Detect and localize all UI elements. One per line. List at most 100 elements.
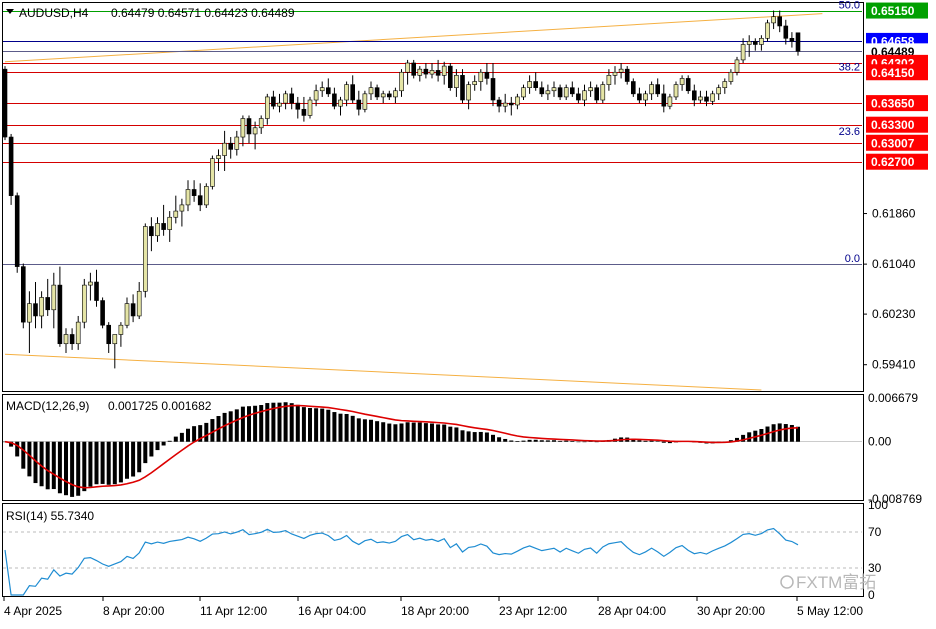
candle [118,322,124,347]
candle-body [88,281,93,286]
candle [783,19,789,45]
macd-bar [771,424,776,442]
chart-canvas[interactable]: 50.0 38.2 23.6 0.0 0.61860 0.61040 0.60230 0.5… [0,0,936,624]
candle [533,72,539,91]
macd-bar [527,439,532,442]
rsi-tick-label: 70 [868,525,882,539]
candle-body [447,65,453,88]
svg-text:0.64150: 0.64150 [871,66,915,80]
svg-text:0.65150: 0.65150 [871,4,915,18]
candle-body [380,93,386,98]
macd-bar [777,423,782,442]
candle [472,75,478,91]
trendline-1[interactable] [4,353,762,391]
macd-bar [423,423,428,442]
price-tick-label: 0.60230 [872,307,916,321]
candle-body [393,90,398,98]
candle-body [234,136,240,150]
candle [289,87,295,110]
candle [350,75,356,104]
candle [57,266,63,347]
macd-bar [283,402,288,442]
price-label-0.64150: 0.64150 [866,64,928,81]
macd-bar [112,441,117,485]
macd-bar [552,440,556,442]
candle-body [204,186,209,206]
fib-label-23.6: 23.6 [839,126,860,138]
candle-body [130,303,136,317]
candle [582,84,587,107]
macd-bar [491,434,495,442]
macd-bar [533,439,538,442]
candle-body [386,93,392,98]
candle-body [210,158,215,187]
candle [637,87,642,104]
macd-bar [643,440,648,442]
macd-bar [503,438,508,442]
macd-bar [57,441,62,494]
candle [295,96,301,119]
macd-bar [234,409,239,442]
macd-bar [64,441,68,496]
candle [539,81,545,97]
candle [502,93,508,113]
candle-body [722,81,728,88]
candle [588,81,593,97]
candle [649,81,654,101]
candle-body [405,62,410,73]
candle [728,69,734,85]
candle-body [740,44,746,61]
price-label-0.63650: 0.63650 [866,95,928,112]
candle [112,334,118,369]
price-label-0.63007: 0.63007 [866,134,928,151]
candle-body [94,281,99,301]
chart-window[interactable]: 50.0 38.2 23.6 0.0 0.61860 0.61040 0.60230 0.5… [0,0,936,624]
candle [173,195,179,224]
macd-bar [100,441,105,484]
macd-values: 0.001725 0.001682 [108,399,212,413]
candle-body [752,41,758,45]
price-levels[interactable] [3,11,862,265]
price-label-0.63300: 0.63300 [866,116,928,133]
candle-body [149,226,154,237]
candle-body [441,65,447,76]
candle [155,217,160,242]
candle-body [325,87,331,95]
macd-bar [539,440,544,442]
candle [88,272,93,301]
candle-body [167,216,172,230]
macd-bar [448,426,453,442]
macd-bar [442,424,447,442]
candle-body [277,102,282,107]
candle-body [161,223,166,230]
macd-bar [125,441,129,479]
candle-body [545,90,551,95]
candle [143,223,148,298]
price-axis: 0.61860 0.61040 0.60230 0.59410 [863,207,916,372]
macd-bar [564,440,569,442]
macd-bar [277,402,282,442]
macd-bar [21,441,26,469]
candle [325,78,331,97]
rsi-title: RSI(14) 55.7340 [6,509,94,523]
candle-body [252,127,258,135]
rsi-pane-frame [2,503,864,597]
candle-body [319,87,325,92]
macd-bar [558,440,563,442]
candle-body [691,90,697,101]
candle [655,78,661,97]
candle [722,78,728,94]
candle-body [777,16,783,27]
macd-bar [210,419,215,442]
macd-bar [545,440,550,442]
candle [685,75,691,94]
macd-bar [399,423,404,442]
trendline-0[interactable] [4,13,823,63]
macd-bar [338,413,343,442]
candle [167,211,172,242]
candle-body [344,84,349,101]
candle [179,198,185,227]
candle [20,263,26,329]
candle [149,217,154,252]
macd-bar [436,424,441,442]
